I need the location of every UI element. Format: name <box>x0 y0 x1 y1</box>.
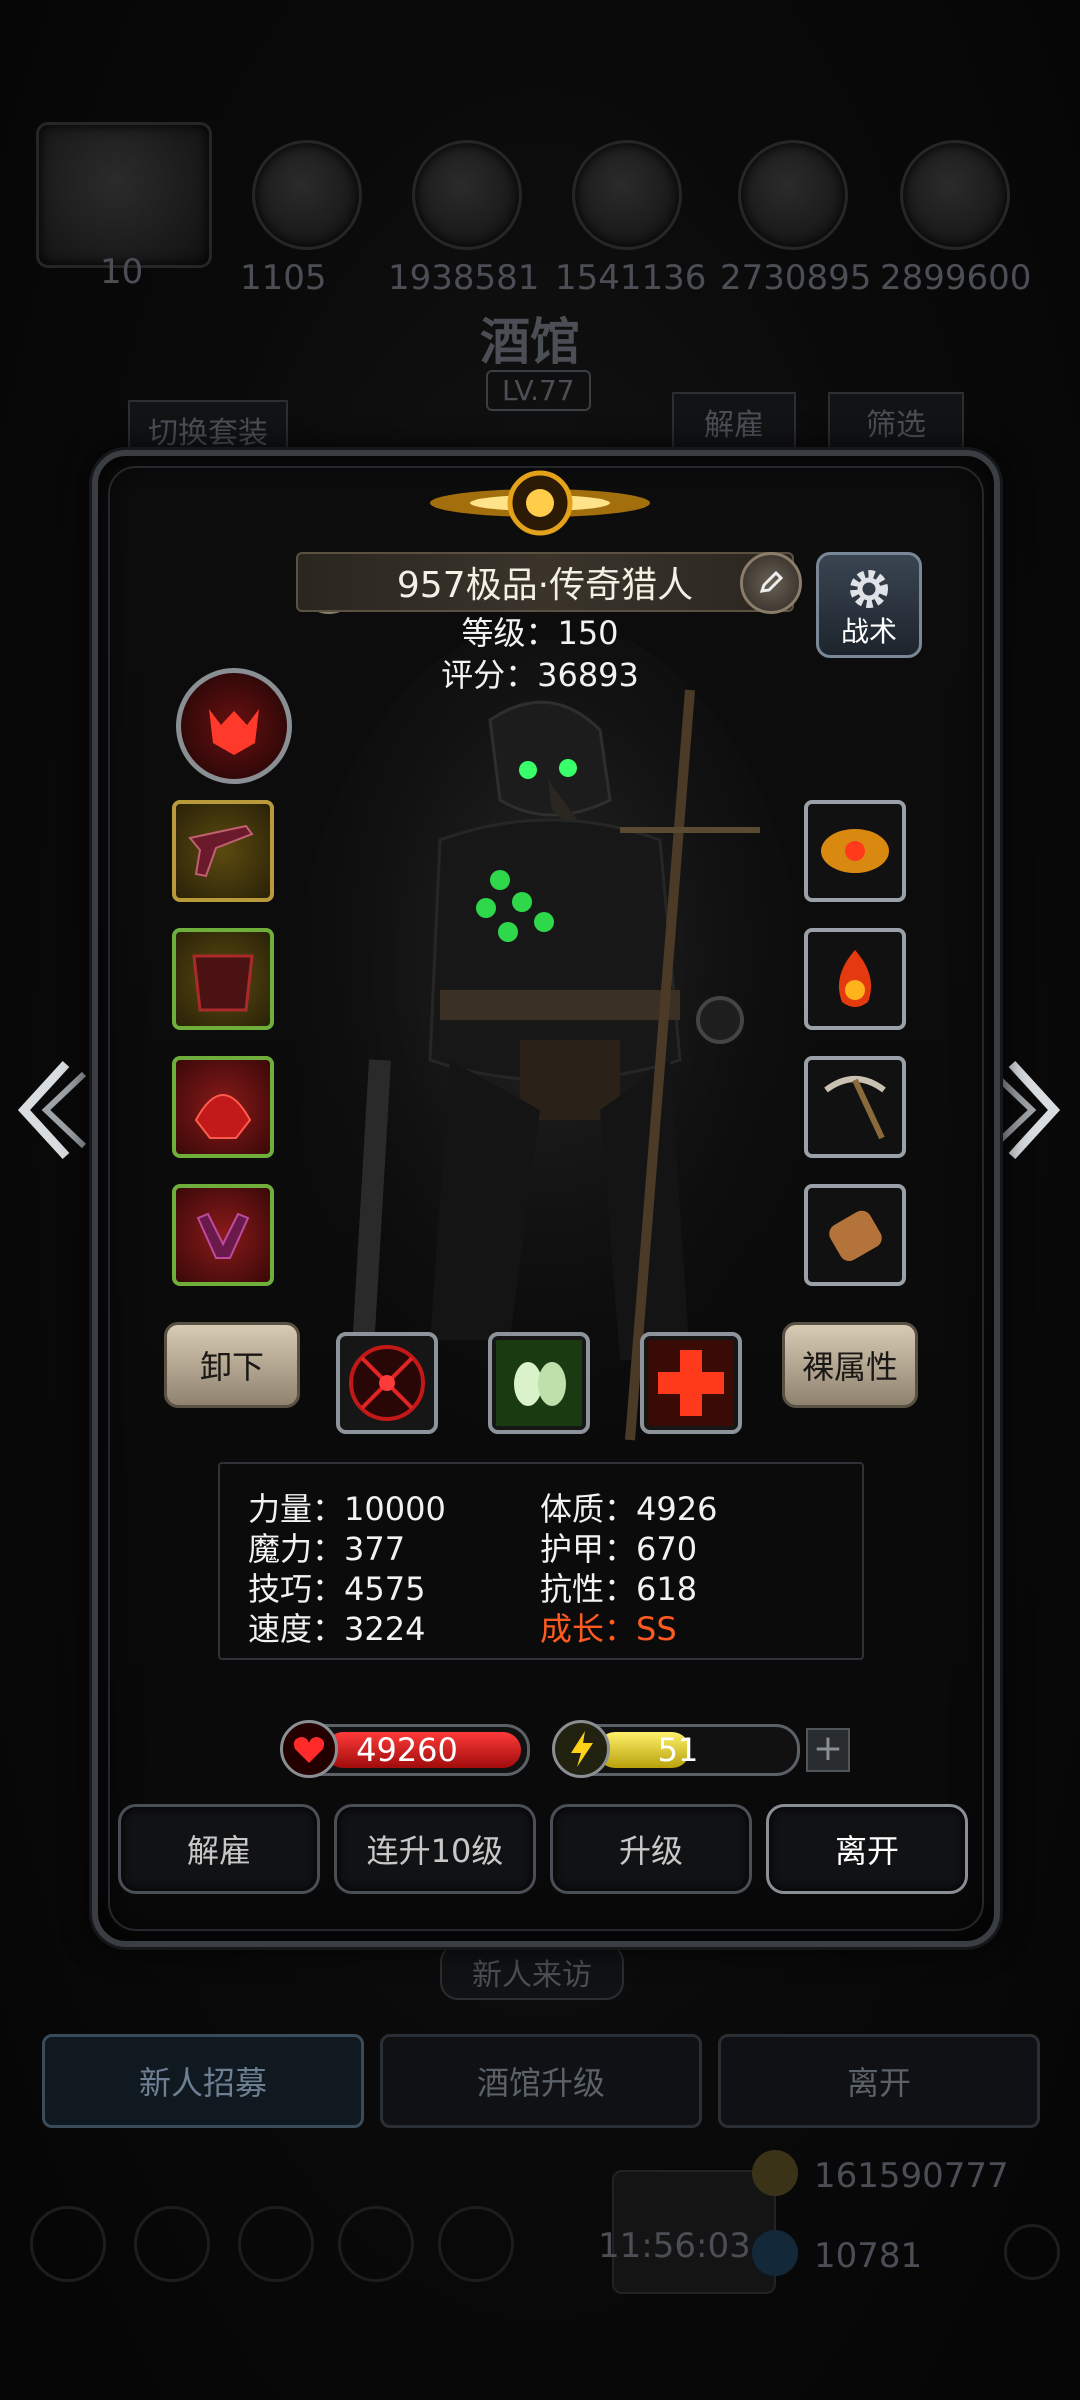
resource-3: 1541136 <box>555 258 707 298</box>
dismiss-button[interactable]: 解雇 <box>118 1804 320 1894</box>
naked-attributes-button[interactable]: 裸属性 <box>782 1322 918 1408</box>
equip-slot-amulet[interactable] <box>804 928 906 1030</box>
menu-icon-1[interactable] <box>252 140 362 250</box>
menu-icon-2[interactable] <box>412 140 522 250</box>
attr-speed: 速度：3224 <box>248 1610 426 1648</box>
clock: 11:56:03 <box>598 2226 751 2266</box>
chevron-left-icon[interactable] <box>8 1050 88 1196</box>
skill-slot-2[interactable] <box>488 1332 590 1434</box>
rank-emblem-icon <box>430 470 650 536</box>
player-avatar[interactable] <box>36 122 212 268</box>
lightning-icon <box>552 1720 610 1778</box>
hero-score: 评分：36893 <box>441 656 639 694</box>
gear-icon <box>850 570 888 608</box>
unequip-button[interactable]: 卸下 <box>164 1322 300 1408</box>
equip-slot-armor[interactable] <box>172 928 274 1030</box>
hero-name: 957极品·传奇猎人 <box>296 552 794 612</box>
plus-round-icon[interactable] <box>1004 2224 1060 2280</box>
skill-slot-1[interactable] <box>336 1332 438 1434</box>
tavern-title: 酒馆 <box>480 313 580 371</box>
tactics-label: 战术 <box>840 615 897 648</box>
new-visitor-banner[interactable]: 新人来访 <box>440 1944 624 2000</box>
equip-slot-helmet[interactable] <box>172 1056 274 1158</box>
tab-tavern-upgrade[interactable]: 酒馆升级 <box>380 2034 702 2128</box>
heart-icon <box>280 1720 338 1778</box>
equip-slot-pickaxe[interactable] <box>804 1056 906 1158</box>
tab-recruit[interactable]: 新人招募 <box>42 2034 364 2128</box>
tab-leave[interactable]: 离开 <box>718 2034 1040 2128</box>
gem-icon <box>752 2230 798 2276</box>
pencil-icon[interactable] <box>740 552 802 614</box>
demon-mask-icon[interactable] <box>176 668 292 784</box>
equip-slot-scroll[interactable] <box>804 1184 906 1286</box>
level-up-button[interactable]: 升级 <box>550 1804 752 1894</box>
bottom-icon-1[interactable] <box>30 2206 106 2282</box>
bottom-icon-4[interactable] <box>338 2206 414 2282</box>
gem-amount: 10781 <box>814 2236 923 2276</box>
equip-slot-weapon[interactable] <box>172 800 274 902</box>
bottom-icon-3[interactable] <box>238 2206 314 2282</box>
filter-button[interactable]: 筛选 <box>828 392 964 452</box>
menu-icon-3[interactable] <box>572 140 682 250</box>
gold-icon <box>752 2150 798 2196</box>
bg-dismiss-button[interactable]: 解雇 <box>672 392 796 452</box>
menu-icon-4[interactable] <box>738 140 848 250</box>
menu-icon-5[interactable] <box>900 140 1010 250</box>
leave-button[interactable]: 离开 <box>766 1804 968 1894</box>
resource-1: 1105 <box>240 258 327 298</box>
player-level: 10 <box>100 252 144 292</box>
equip-slot-ring[interactable] <box>804 800 906 902</box>
chevron-right-icon[interactable] <box>990 1050 1070 1196</box>
attr-growth: 成长：SS <box>540 1610 677 1648</box>
level-up-10-button[interactable]: 连升10级 <box>334 1804 536 1894</box>
bottom-icon-2[interactable] <box>134 2206 210 2282</box>
tavern-level: LV.77 <box>486 370 591 411</box>
equip-slot-boots[interactable] <box>172 1184 274 1286</box>
resource-5: 2899600 <box>880 258 1032 298</box>
skill-slot-3[interactable] <box>640 1332 742 1434</box>
tactics-button[interactable]: 战术 <box>816 552 922 658</box>
gold-amount: 161590777 <box>814 2156 1009 2196</box>
resource-4: 2730895 <box>720 258 872 298</box>
add-energy-button[interactable]: + <box>806 1728 850 1772</box>
bottom-icon-5[interactable] <box>438 2206 514 2282</box>
resource-2: 1938581 <box>388 258 540 298</box>
